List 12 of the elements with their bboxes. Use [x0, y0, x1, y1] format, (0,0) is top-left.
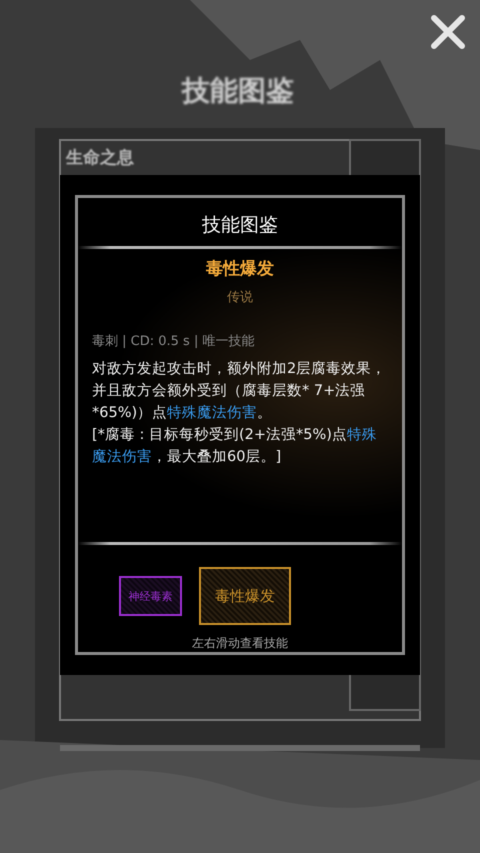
skill-rarity: 传说 [227, 289, 253, 306]
skill-meta: 毒刺 | CD: 0.5 s | 唯一技能 [92, 333, 256, 350]
background-entry: 生命之息 [66, 147, 134, 169]
close-icon[interactable] [430, 14, 466, 50]
skill-name: 毒性爆发 [206, 258, 274, 280]
dialog-title: 技能图鉴 [202, 213, 278, 238]
skill-tab[interactable]: 神经毒素 [119, 576, 182, 616]
swipe-hint: 左右滑动查看技能 [192, 635, 288, 652]
background-title: 技能图鉴 [182, 73, 294, 109]
skill-description: [*腐毒 : 目标每秒受到(2+法强*5%)点特殊魔法伤害，最大叠加60层。] [92, 426, 378, 467]
skill-description: 对敌方发起攻击时，额外附加2层腐毒效果，并且敌方会额外受到（腐毒层数* 7+法强*65%)）点特殊魔法伤害。 [92, 360, 388, 423]
skill-tab[interactable]: 毒性爆发 [199, 567, 291, 625]
